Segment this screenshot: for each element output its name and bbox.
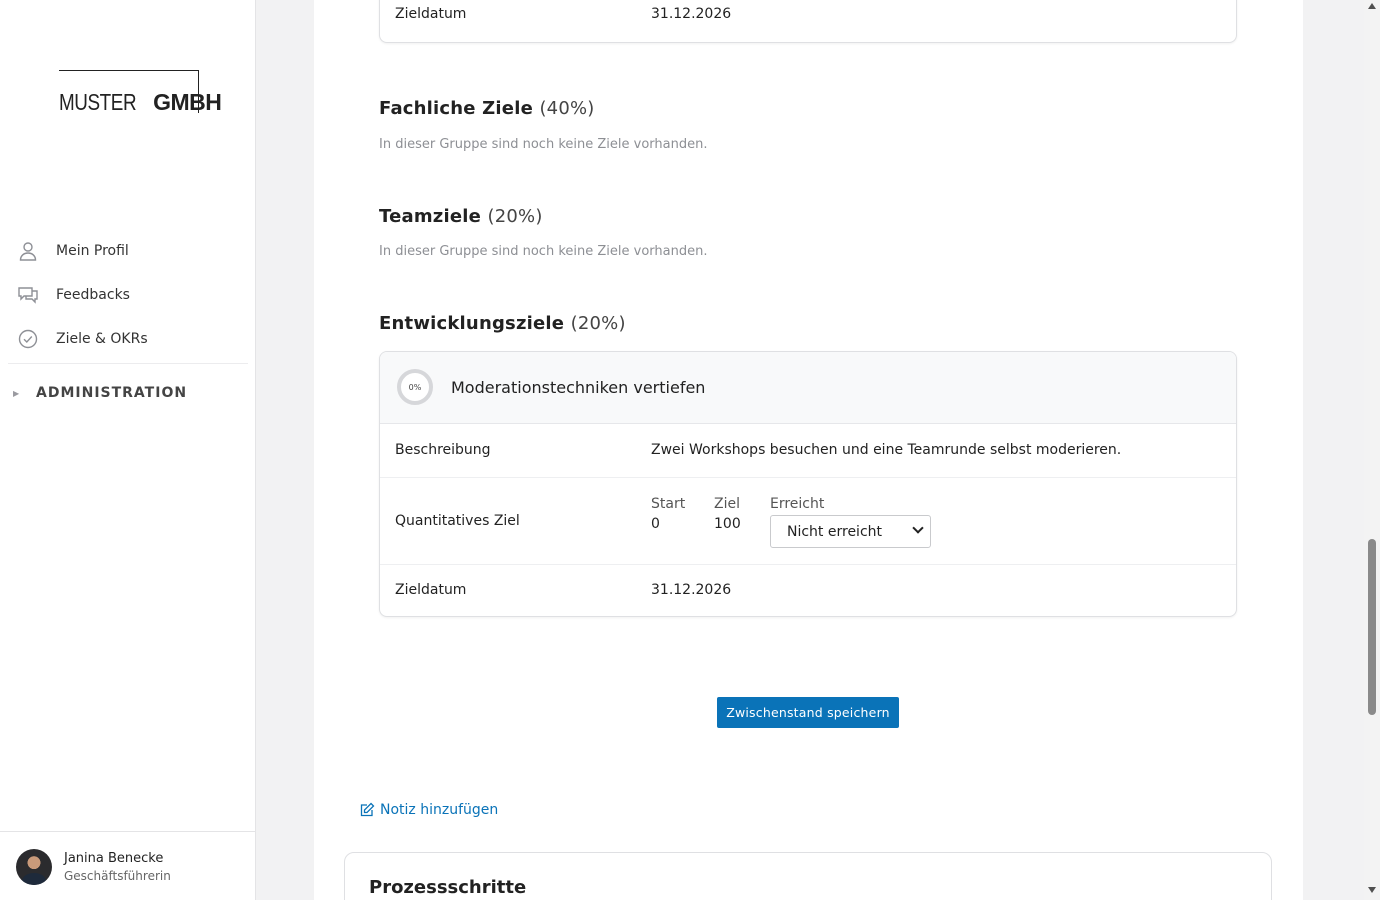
sidebar-item-ziele-okrs[interactable]: Ziele & OKRs	[0, 319, 248, 359]
scroll-down-arrow-icon[interactable]	[1368, 887, 1376, 893]
user-role: Geschäftsführerin	[64, 869, 171, 883]
avatar	[16, 849, 52, 885]
start-value: 0	[651, 516, 660, 532]
group-name: Teamziele	[379, 206, 482, 227]
sidebar-section-administration[interactable]: ▶ ADMINISTRATION	[0, 380, 248, 408]
main-content: Zieldatum 31.12.2026 Fachliche Ziele (40…	[314, 0, 1303, 900]
progress-text: 0%	[408, 382, 422, 392]
target-label: Ziel	[714, 496, 740, 512]
quantitative-row: Quantitatives Ziel Start 0 Ziel 100 Erre…	[380, 478, 1236, 565]
group-title-entwicklungsziele: Entwicklungsziele (20%)	[379, 313, 626, 334]
date-label: Zieldatum	[395, 6, 467, 22]
description-label: Beschreibung	[395, 442, 491, 458]
page-scrollbar[interactable]	[1364, 0, 1380, 900]
date-value: 31.12.2026	[651, 6, 732, 22]
goal-title: Moderationstechniken vertiefen	[451, 378, 706, 397]
sidebar-item-label: Mein Profil	[56, 243, 129, 259]
goal-header[interactable]: 0% Moderationstechniken vertiefen	[380, 352, 1236, 424]
chevron-down-icon	[912, 522, 924, 534]
achieved-label: Erreicht	[770, 496, 825, 512]
section-label: ADMINISTRATION	[36, 385, 188, 401]
goal-card: 0% Moderationstechniken vertiefen Beschr…	[379, 351, 1237, 617]
sidebar: MUSTER GMBH Mein Profil Feedbacks Ziele &…	[0, 0, 256, 900]
logo-text-light: MUSTER	[59, 89, 137, 115]
check-circle-icon	[17, 328, 39, 350]
group-name: Fachliche Ziele	[379, 98, 533, 119]
achieved-selected-value: Nicht erreicht	[787, 523, 883, 540]
group-title-teamziele: Teamziele (20%)	[379, 206, 543, 227]
date-value: 31.12.2026	[651, 582, 732, 598]
sidebar-item-label: Ziele & OKRs	[56, 331, 148, 347]
user-name: Janina Benecke	[64, 851, 164, 866]
progress-ring: 0%	[397, 369, 433, 405]
company-logo[interactable]: MUSTER GMBH	[59, 70, 222, 115]
edit-icon	[359, 802, 375, 818]
group-weight: (20%)	[570, 313, 626, 334]
logo-text-bold: GMBH	[153, 89, 222, 115]
process-steps-card: Prozessschritte	[344, 852, 1272, 900]
current-user[interactable]: Janina Benecke Geschäftsführerin	[0, 831, 256, 900]
achieved-select[interactable]: Nicht erreicht	[770, 515, 931, 548]
group-empty-text: In dieser Gruppe sind noch keine Ziele v…	[379, 244, 708, 259]
sidebar-item-label: Feedbacks	[56, 287, 130, 303]
date-row: Zieldatum 31.12.2026	[380, 565, 1236, 616]
user-icon	[17, 240, 39, 262]
group-name: Entwicklungsziele	[379, 313, 565, 334]
group-weight: (40%)	[539, 98, 595, 119]
add-note-label: Notiz hinzufügen	[380, 802, 499, 818]
scroll-up-arrow-icon[interactable]	[1368, 3, 1376, 9]
scrollbar-thumb[interactable]	[1368, 539, 1376, 715]
date-label: Zieldatum	[395, 582, 467, 598]
goal-card-previous: Zieldatum 31.12.2026	[379, 0, 1237, 43]
group-title-fachliche-ziele: Fachliche Ziele (40%)	[379, 98, 595, 119]
expand-triangle-icon: ▶	[13, 389, 20, 398]
start-label: Start	[651, 496, 686, 512]
quantitative-label: Quantitatives Ziel	[395, 513, 520, 529]
description-row: Beschreibung Zwei Workshops besuchen und…	[380, 424, 1236, 478]
group-empty-text: In dieser Gruppe sind noch keine Ziele v…	[379, 137, 708, 152]
sidebar-item-feedbacks[interactable]: Feedbacks	[0, 275, 248, 315]
description-value: Zwei Workshops besuchen und eine Teamrun…	[651, 442, 1122, 458]
sidebar-item-mein-profil[interactable]: Mein Profil	[0, 231, 248, 271]
target-value: 100	[714, 516, 741, 532]
save-progress-button[interactable]: Zwischenstand speichern	[717, 697, 899, 728]
chat-bubbles-icon	[17, 284, 39, 306]
process-steps-title: Prozessschritte	[369, 877, 527, 898]
nav-divider	[8, 363, 248, 364]
group-weight: (20%)	[487, 206, 543, 227]
add-note-link[interactable]: Notiz hinzufügen	[359, 800, 498, 820]
